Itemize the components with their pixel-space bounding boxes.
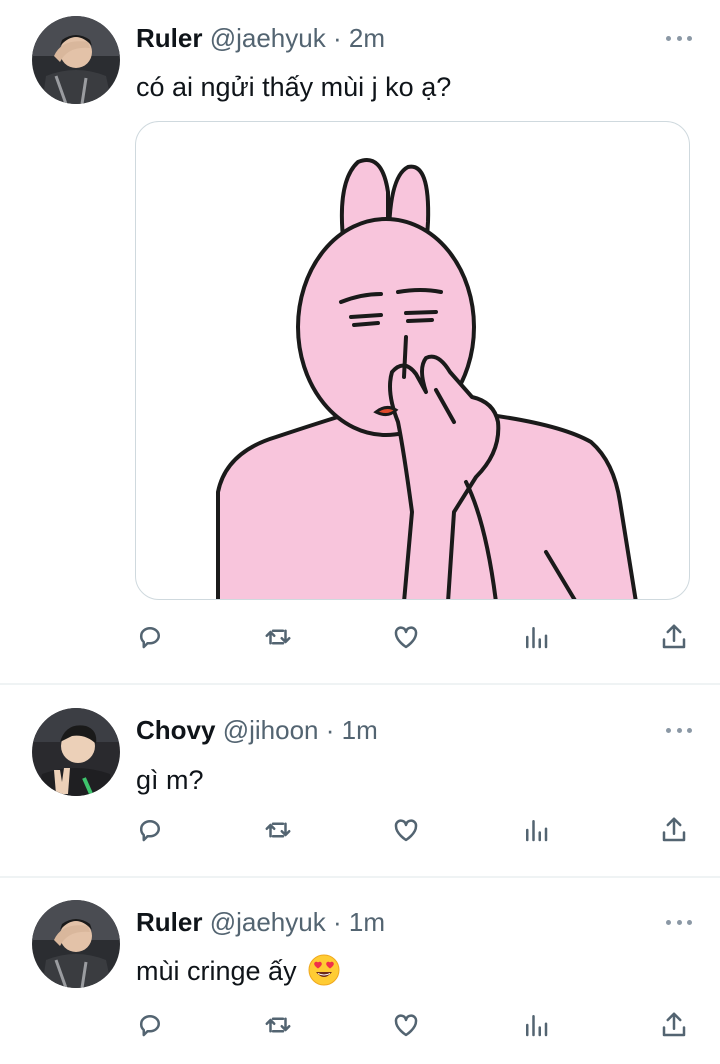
views-icon[interactable] (518, 1007, 554, 1043)
separator-dot: · (325, 715, 335, 745)
tweet-2[interactable]: Chovy @jihoon · 1m gì m? (0, 685, 720, 875)
retweet-icon[interactable] (260, 1007, 296, 1043)
avatar[interactable] (32, 900, 120, 988)
timestamp[interactable]: 1m (342, 715, 378, 745)
tweet-text: có ai ngửi thấy mùi j ko ạ? (136, 72, 452, 102)
tweet-1[interactable]: Ruler @jaehyuk · 2m có ai ngửi thấy mùi … (0, 0, 720, 684)
share-icon[interactable] (656, 812, 692, 848)
tweet-text: mùi cringe ấy (136, 954, 340, 988)
tweet-header: Ruler @jaehyuk · 2m (136, 22, 385, 54)
timestamp[interactable]: 1m (349, 907, 385, 937)
pink-bunny-meme-image (216, 158, 638, 599)
avatar[interactable] (32, 708, 120, 796)
tweet-actions (132, 1007, 694, 1043)
views-icon[interactable] (518, 619, 554, 655)
reply-icon[interactable] (132, 619, 168, 655)
more-options-icon[interactable] (666, 918, 692, 926)
like-icon[interactable] (388, 812, 424, 848)
reply-icon[interactable] (132, 1007, 168, 1043)
display-name[interactable]: Ruler (136, 23, 202, 53)
display-name[interactable]: Chovy (136, 715, 215, 745)
user-handle[interactable]: @jihoon (223, 715, 319, 745)
tweet-text-content: mùi cringe ấy (136, 956, 297, 986)
more-options-icon[interactable] (666, 34, 692, 42)
tweet-header: Ruler @jaehyuk · 1m (136, 906, 385, 938)
retweet-icon[interactable] (260, 619, 296, 655)
avatar-chovy-image (32, 708, 120, 796)
user-handle[interactable]: @jaehyuk (210, 23, 326, 53)
display-name[interactable]: Ruler (136, 907, 202, 937)
avatar[interactable] (32, 16, 120, 104)
tweet-header: Chovy @jihoon · 1m (136, 714, 378, 746)
separator-dot: · (332, 23, 342, 53)
user-handle[interactable]: @jaehyuk (210, 907, 326, 937)
share-icon[interactable] (656, 1007, 692, 1043)
views-icon[interactable] (518, 812, 554, 848)
retweet-icon[interactable] (260, 812, 296, 848)
tweet-actions (132, 619, 694, 655)
tweet-actions (132, 812, 694, 848)
avatar-ruler-image (32, 16, 120, 104)
like-icon[interactable] (388, 619, 424, 655)
timestamp[interactable]: 2m (349, 23, 385, 53)
tweet-text: gì m? (136, 765, 204, 795)
share-icon[interactable] (656, 619, 692, 655)
like-icon[interactable] (388, 1007, 424, 1043)
reply-icon[interactable] (132, 812, 168, 848)
more-options-icon[interactable] (666, 726, 692, 734)
heart-eyes-emoji-icon (308, 954, 340, 986)
avatar-ruler-image (32, 900, 120, 988)
tweet-3[interactable]: Ruler @jaehyuk · 1m mùi cringe ấy (0, 878, 720, 1064)
separator-dot: · (332, 907, 342, 937)
tweet-media[interactable] (135, 121, 690, 600)
